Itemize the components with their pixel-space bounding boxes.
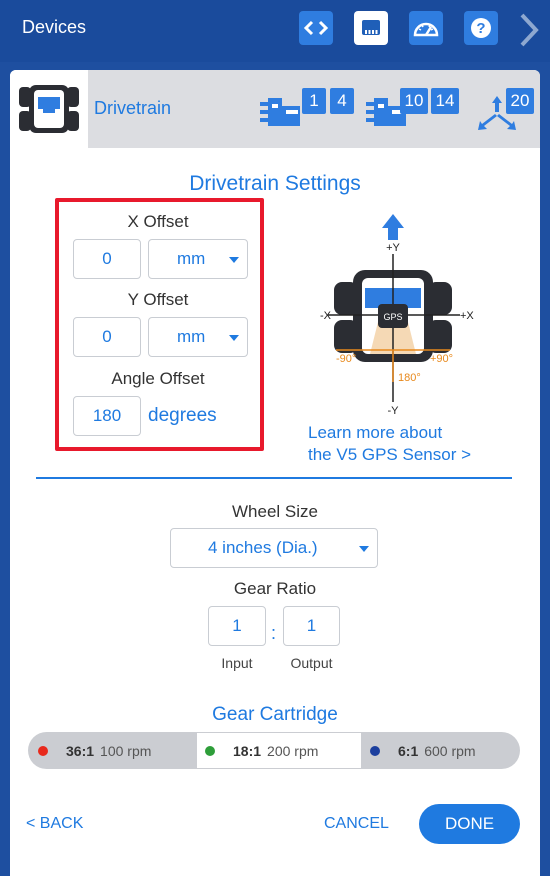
code-icon xyxy=(303,20,329,36)
port-badge: 1 xyxy=(302,88,326,114)
gear-ratio-input-label: Input xyxy=(221,655,253,671)
y-offset-unit-value: mm xyxy=(177,327,206,346)
plus-x-label: +X xyxy=(460,310,474,322)
x-offset-unit-select[interactable]: mm xyxy=(148,239,248,279)
drivetrain-gps-icon xyxy=(19,85,79,133)
x-offset-input[interactable]: 0 xyxy=(73,239,141,279)
gear-cartridge-selector: 36:1 100 rpm 18:1 200 rpm 6:1 600 rpm xyxy=(28,732,520,769)
device-header: Drivetrain 1 4 10 14 20 xyxy=(10,70,540,148)
angle-offset-unit: degrees xyxy=(148,405,217,426)
y-offset-label: Y Offset xyxy=(127,290,189,309)
port-group-right-motors[interactable]: 10 14 xyxy=(366,88,466,132)
plus-y-label: +Y xyxy=(386,242,400,254)
svg-text:?: ? xyxy=(476,20,485,37)
cartridge-ratio: 6:1 xyxy=(398,742,419,759)
help-button[interactable]: ? xyxy=(464,11,498,45)
help-icon: ? xyxy=(471,18,491,38)
plus-90-label: +90° xyxy=(430,353,453,365)
device-settings-panel: Drivetrain 1 4 10 14 20 Drivetrain Setti… xyxy=(10,70,540,876)
top-bar: Devices ? xyxy=(0,0,550,62)
cartridge-ratio: 36:1 xyxy=(66,742,95,759)
gear-ratio-output-field[interactable]: 1 xyxy=(283,606,340,646)
x-offset-unit-value: mm xyxy=(177,249,206,268)
port-badge: 4 xyxy=(330,88,354,114)
minus-y-label: -Y xyxy=(388,405,400,417)
chevron-down-icon xyxy=(229,257,239,263)
angle-offset-label: Angle Offset xyxy=(111,369,205,388)
motor-group-icon xyxy=(260,98,300,126)
cancel-button[interactable]: CANCEL xyxy=(324,815,389,833)
chevron-right-icon[interactable] xyxy=(516,12,542,48)
cartridge-rpm: 200 rpm xyxy=(267,742,319,759)
cartridge-option-6-1[interactable]: 6:1 600 rpm xyxy=(370,732,510,769)
y-offset-unit-select[interactable]: mm xyxy=(148,317,248,357)
cartridge-rpm: 100 rpm xyxy=(100,742,152,759)
device-name: Drivetrain xyxy=(94,98,172,118)
red-dot-icon xyxy=(38,745,48,756)
done-button[interactable]: DONE xyxy=(419,804,520,844)
cartridge-option-36-1[interactable]: 36:1 100 rpm xyxy=(38,732,196,769)
cartridge-ratio: 18:1 xyxy=(233,742,262,759)
gear-ratio-output-label: Output xyxy=(290,655,333,671)
page-title: Devices xyxy=(22,17,87,37)
chevron-down-icon xyxy=(359,546,369,552)
blue-dot-icon xyxy=(370,745,380,756)
gps-label: GPS xyxy=(383,312,402,322)
cartridge-rpm: 600 rpm xyxy=(424,742,476,759)
devices-icon xyxy=(362,20,380,35)
dashboard-icon xyxy=(413,22,439,37)
green-dot-icon xyxy=(205,745,215,756)
learn-more-line-2: the V5 GPS Sensor > xyxy=(308,445,472,464)
gps-orientation-diagram: +Y GPS -X +X -90° +90° 180° -Y xyxy=(320,214,474,417)
code-view-button[interactable] xyxy=(299,11,333,45)
port-group-left-motors[interactable]: 1 4 xyxy=(260,88,360,132)
gear-cartridge-title: Gear Cartridge xyxy=(212,704,338,725)
device-thumbnail[interactable] xyxy=(10,70,88,148)
minus-90-label: -90° xyxy=(336,353,356,365)
wheel-size-label: Wheel Size xyxy=(232,502,318,521)
angle-offset-input[interactable]: 180 xyxy=(73,396,141,436)
x-offset-label: X Offset xyxy=(127,212,189,231)
learn-more-gps-link[interactable]: Learn more about the V5 GPS Sensor > xyxy=(308,422,471,466)
learn-more-line-1: Learn more about xyxy=(308,423,443,442)
port-badge: 10 xyxy=(400,88,428,114)
settings-title: Drivetrain Settings xyxy=(189,172,361,195)
forward-arrow-icon xyxy=(382,214,404,240)
dashboard-button[interactable] xyxy=(409,11,443,45)
port-badge: 14 xyxy=(431,88,459,114)
y-offset-input[interactable]: 0 xyxy=(73,317,141,357)
devices-button[interactable] xyxy=(354,11,388,45)
section-divider xyxy=(36,477,512,479)
wheel-size-select[interactable]: 4 inches (Dia.) xyxy=(170,528,378,568)
gear-ratio-label: Gear Ratio xyxy=(233,579,317,598)
port-badge: 20 xyxy=(506,88,534,114)
gear-ratio-separator: : xyxy=(271,623,277,643)
chevron-down-icon xyxy=(229,335,239,341)
minus-x-label: -X xyxy=(320,310,332,322)
deg-180-label: 180° xyxy=(398,372,421,384)
wheel-size-value: 4 inches (Dia.) xyxy=(208,538,318,557)
back-button[interactable]: < BACK xyxy=(26,815,83,833)
cartridge-option-18-1[interactable]: 18:1 200 rpm xyxy=(196,732,362,769)
gear-ratio-input-field[interactable]: 1 xyxy=(208,606,266,646)
port-group-gps[interactable]: 20 xyxy=(474,88,536,132)
